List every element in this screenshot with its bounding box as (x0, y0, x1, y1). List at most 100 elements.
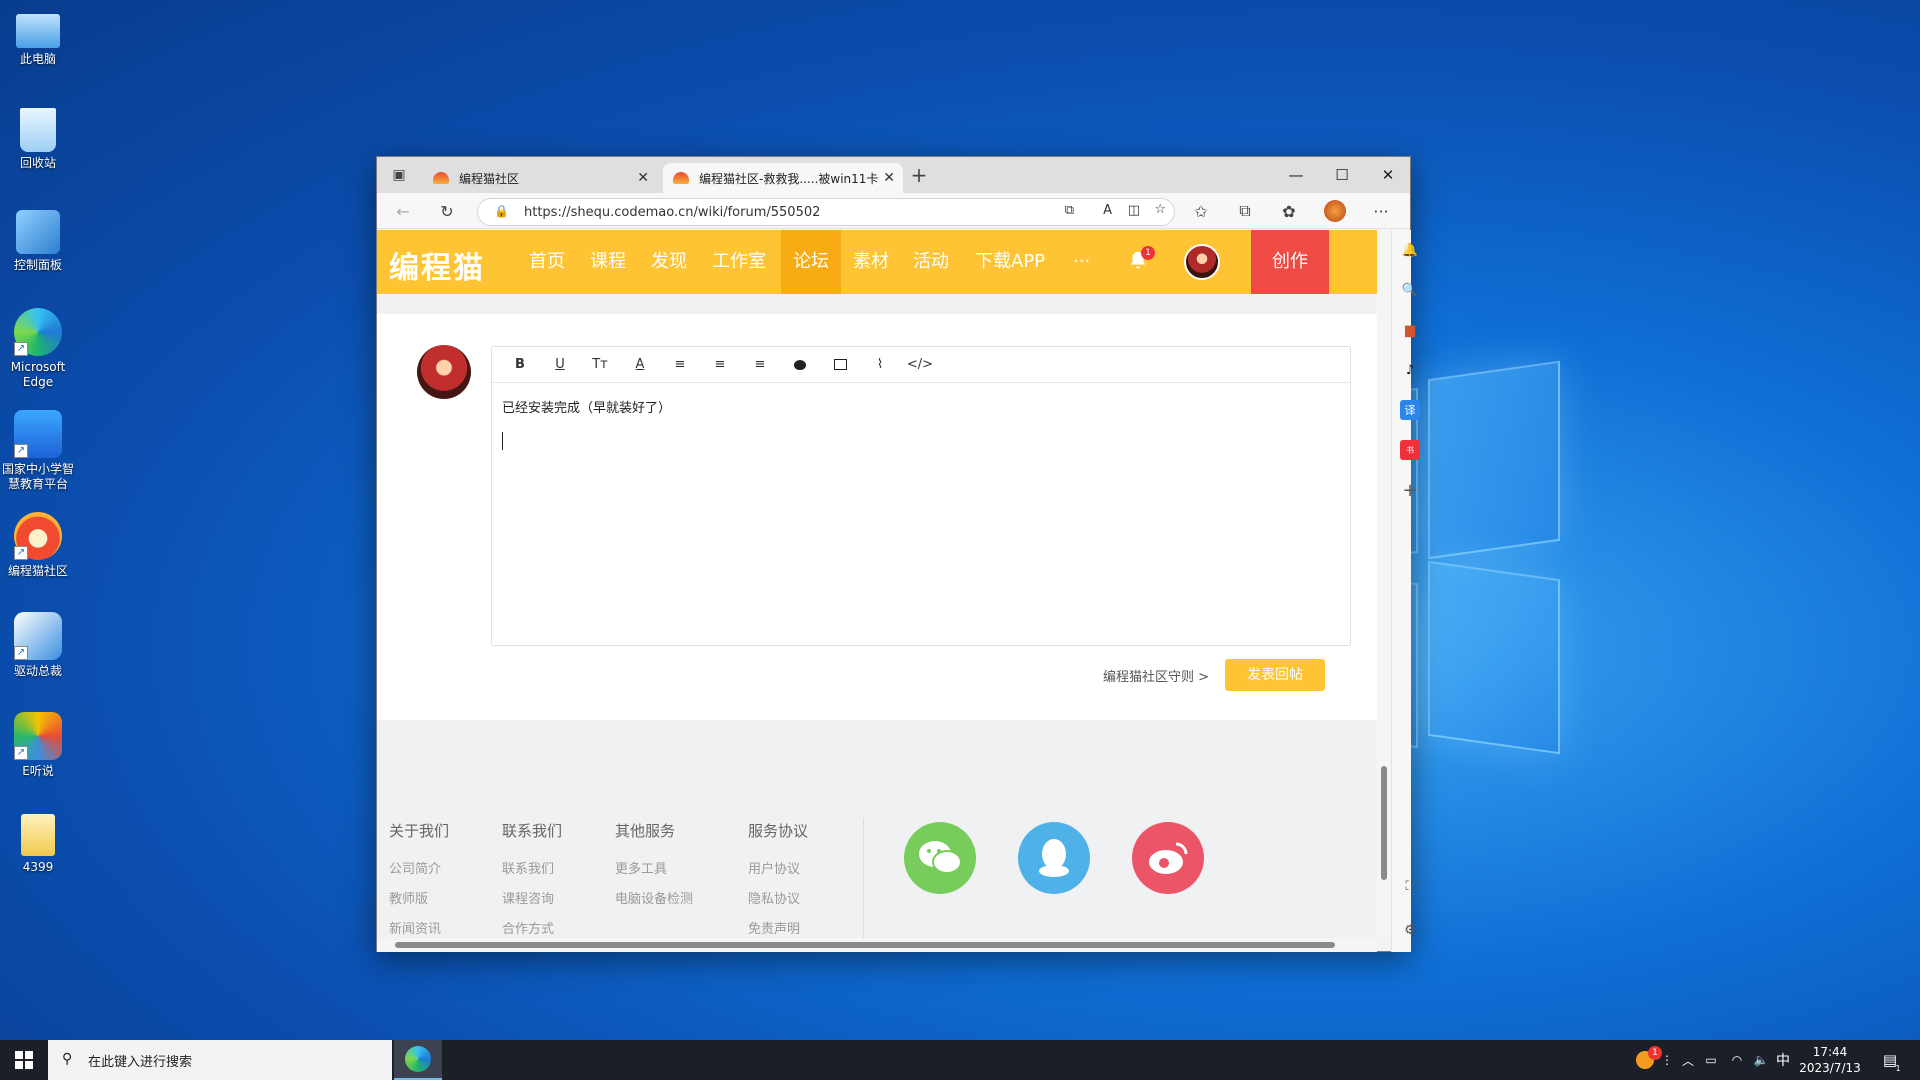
collections-icon[interactable]: ⧉ (1233, 199, 1257, 223)
footer-link[interactable]: 合作方式 (502, 915, 562, 938)
nav-activities[interactable]: 活动 (913, 230, 949, 294)
desktop-icon-label: 编程猫社区 (7, 564, 68, 578)
nav-courses[interactable]: 课程 (590, 230, 626, 294)
desktop-icon-smart-edu[interactable]: ↗ 国家中小学智慧教育平台 (2, 410, 74, 492)
split-screen-icon[interactable]: ◫ (1128, 203, 1140, 218)
battery-icon[interactable]: ▭ (1700, 1040, 1722, 1080)
desktop-icon-label: 控制面板 (13, 258, 62, 272)
tab-actions-icon[interactable]: ▣ (387, 163, 411, 187)
desktop-icon-recycle-bin[interactable]: 回收站 (2, 108, 74, 171)
tab-codemao-home[interactable]: 编程猫社区 ✕ (423, 163, 657, 193)
tab-forum-post[interactable]: 编程猫社区-救救我.....被win11卡! ✕ (663, 163, 903, 193)
code-button[interactable]: </> (900, 347, 940, 383)
community-rules-link[interactable]: 编程猫社区守则 > (1103, 666, 1209, 685)
taskbar-search[interactable]: ⚲ 在此键入进行搜索 (48, 1040, 392, 1080)
notification-center-icon[interactable]: ▤ (1870, 1040, 1910, 1080)
align-left-button[interactable]: ≡ (660, 347, 700, 383)
desktop-icon-driver[interactable]: ↗ 驱动总裁 (2, 612, 74, 679)
tray-more-icon[interactable]: ⋮ (1660, 1040, 1674, 1080)
bell-icon[interactable]: 🔔 (1400, 240, 1420, 260)
align-center-button[interactable]: ≡ (700, 347, 740, 383)
nav-home[interactable]: 首页 (529, 230, 565, 294)
footer-link[interactable]: 教师版 (389, 885, 449, 915)
attachment-icon[interactable]: ⌇ (860, 347, 900, 383)
vertical-scroll-thumb[interactable] (1381, 766, 1387, 880)
start-button[interactable] (0, 1040, 48, 1080)
clock[interactable]: 17:44 2023/7/13 (1798, 1040, 1862, 1080)
wifi-icon[interactable]: ◠ (1726, 1040, 1748, 1080)
back-icon[interactable]: ← (391, 199, 415, 223)
underline-button[interactable]: U (540, 347, 580, 383)
screenshot-icon[interactable]: ⛶ (1400, 876, 1420, 896)
close-window-button[interactable]: ✕ (1365, 157, 1411, 193)
wechat-icon[interactable] (904, 822, 976, 894)
font-color-button[interactable]: A (620, 347, 660, 383)
desktop-icon-e-listen[interactable]: ↗ E听说 (2, 712, 74, 779)
nav-discover[interactable]: 发现 (651, 230, 687, 294)
desktop-icon-control-panel[interactable]: 控制面板 (2, 210, 74, 273)
ime-indicator[interactable]: 中 (1772, 1040, 1794, 1080)
horizontal-scroll-thumb[interactable] (395, 942, 1335, 948)
maximize-button[interactable]: ☐ (1319, 157, 1365, 193)
footer-link[interactable]: 课程咨询 (502, 885, 562, 915)
xiaohongshu-icon[interactable]: 书 (1400, 440, 1420, 460)
footer-link[interactable]: 电脑设备检测 (615, 885, 693, 915)
footer-col-contact: 联系我们 联系我们 课程咨询 合作方式 (502, 820, 562, 938)
nav-download-app[interactable]: 下载APP (975, 230, 1045, 294)
refresh-icon[interactable]: ↻ (435, 199, 459, 223)
more-menu-icon[interactable]: ··· (1369, 199, 1393, 223)
favorite-star-icon[interactable]: ☆ (1154, 202, 1166, 217)
minimize-button[interactable]: — (1273, 157, 1319, 193)
desktop-icon-this-pc[interactable]: 此电脑 (2, 8, 74, 67)
favorites-icon[interactable]: ✩ (1189, 199, 1213, 223)
footer-link[interactable]: 联系我们 (502, 855, 562, 885)
desktop-icon-label: 回收站 (19, 156, 56, 170)
footer-link[interactable]: 更多工具 (615, 855, 693, 885)
nav-materials[interactable]: 素材 (853, 230, 889, 294)
emoji-cat-icon[interactable] (780, 347, 820, 383)
translate-icon[interactable]: 译 (1400, 400, 1420, 420)
address-input[interactable]: 🔒 https://shequ.codemao.cn/wiki/forum/55… (477, 198, 1175, 226)
footer-link[interactable]: 隐私协议 (748, 885, 808, 915)
qq-icon[interactable] (1018, 822, 1090, 894)
volume-muted-icon[interactable]: 🔈 (1750, 1040, 1772, 1080)
bold-button[interactable]: B (500, 347, 540, 383)
extensions-icon[interactable]: ✿ (1277, 199, 1301, 223)
footer-link[interactable]: 公司简介 (389, 855, 449, 885)
footer-link[interactable]: 免责声明 (748, 915, 808, 938)
desktop-icon-edge[interactable]: ↗ Microsoft Edge (2, 308, 74, 390)
taskbar-edge[interactable] (394, 1040, 442, 1080)
submit-reply-button[interactable]: 发表回帖 (1225, 659, 1325, 691)
read-aloud-icon[interactable]: A (1103, 203, 1112, 218)
close-icon[interactable]: ✕ (637, 170, 649, 186)
tiktok-icon[interactable]: ♪ (1400, 360, 1420, 380)
close-icon[interactable]: ✕ (883, 170, 895, 186)
notification-count: 1 (1895, 1063, 1901, 1073)
align-right-button[interactable]: ≡ (740, 347, 780, 383)
vertical-scrollbar[interactable] (1377, 230, 1391, 938)
desktop-icon-label: 国家中小学智慧教育平台 (1, 462, 74, 491)
nav-studio[interactable]: 工作室 (712, 230, 766, 294)
desktop-icon-4399[interactable]: 4399 (2, 814, 74, 875)
open-app-icon[interactable]: ⧉ (1065, 203, 1074, 218)
add-icon[interactable]: + (1400, 480, 1420, 501)
font-size-button[interactable]: Tт (580, 347, 620, 383)
new-tab-button[interactable]: + (907, 163, 931, 187)
horizontal-scrollbar[interactable] (377, 938, 1377, 952)
chevron-up-icon[interactable]: ︿ (1678, 1040, 1698, 1080)
nav-forum[interactable]: 论坛 (781, 230, 841, 294)
create-button[interactable]: 创作 (1251, 230, 1329, 294)
desktop-icon-codemao[interactable]: ↗ 编程猫社区 (2, 512, 74, 579)
search-icon[interactable]: 🔍 (1400, 280, 1420, 300)
editor-content[interactable]: 已经安装完成（早就装好了） (492, 383, 1350, 464)
footer-link[interactable]: 用户协议 (748, 855, 808, 885)
user-avatar[interactable] (1184, 244, 1220, 280)
gear-icon[interactable]: ⚙ (1400, 920, 1420, 940)
profile-avatar[interactable] (1323, 199, 1347, 223)
nav-more[interactable]: ··· (1073, 230, 1090, 294)
toolbox-icon[interactable]: ▆ (1400, 320, 1420, 340)
image-icon[interactable] (820, 347, 860, 383)
footer-link[interactable]: 新闻资讯 (389, 915, 449, 938)
weibo-icon[interactable] (1132, 822, 1204, 894)
codemao-logo[interactable]: 编程猫 (389, 243, 485, 287)
